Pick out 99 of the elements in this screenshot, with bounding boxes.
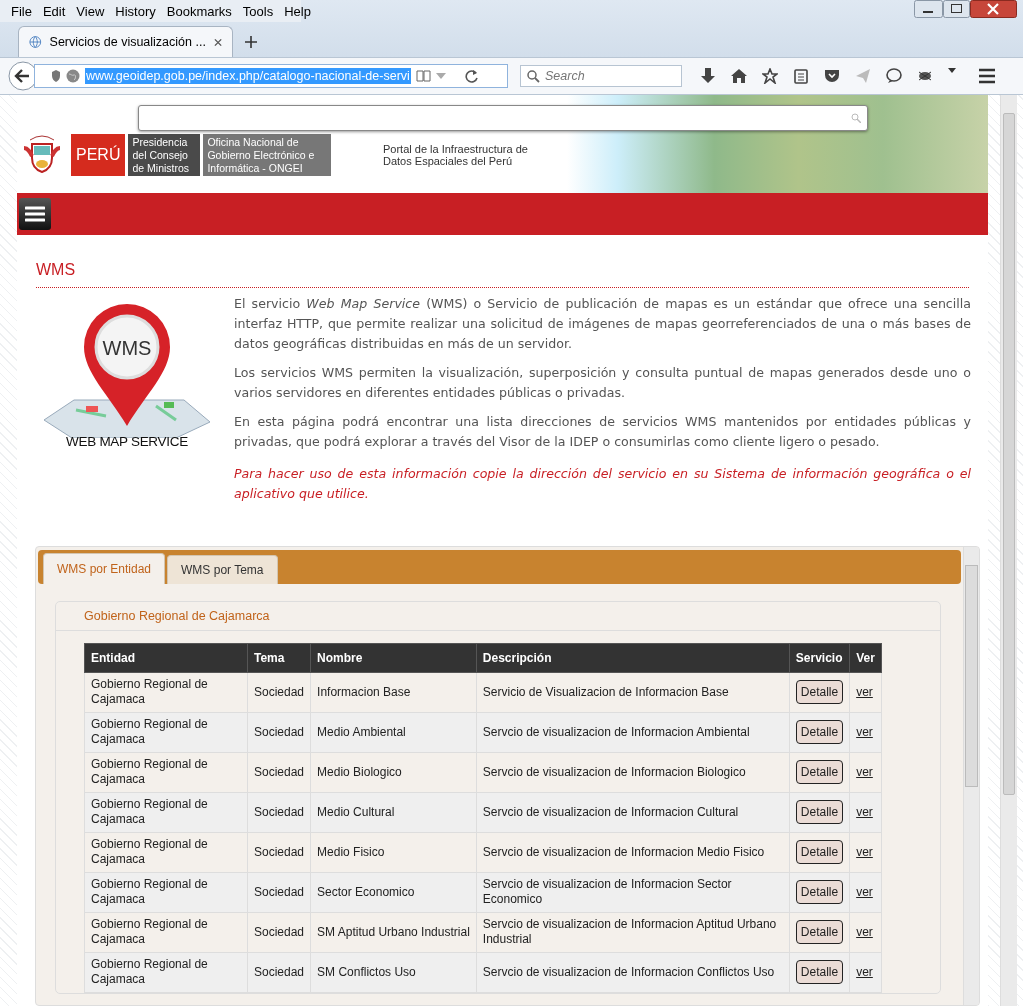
table-cell: Sociedad — [247, 792, 311, 832]
table-cell: Gobierno Regional de Cajamaca — [84, 872, 248, 912]
table-cell: Gobierno Regional de Cajamaca — [84, 912, 248, 952]
intro-paragraph: En esta página podrá encontrar una lista direcciones de servicios WMS mantenidos por entidades públicas y privadas, que podrá explorar a través del Visor de la IDEP o consumirlas como cliente ligero o pesado. — [234, 412, 971, 451]
table-cell: Sociedad — [247, 952, 311, 992]
tab[interactable]: WMS por Tema — [167, 554, 278, 584]
close-icon[interactable] — [213, 37, 222, 47]
detail-button[interactable]: Detalle — [795, 680, 844, 704]
table-cell: Gobierno Regional de Cajamaca — [84, 672, 248, 712]
column-header: Entidad — [84, 643, 248, 672]
notice-text: Para hacer uso de esta información copie la dirección del servicio en su Sistema de información geográfica o el aplicativo que utilice. — [234, 464, 971, 503]
view-link[interactable]: ver — [856, 924, 873, 939]
download-icon[interactable] — [700, 68, 716, 84]
detail-button[interactable]: Detalle — [795, 880, 844, 904]
globe-icon — [66, 69, 80, 83]
tab[interactable]: WMS por Entidad — [43, 552, 166, 584]
column-header: Servicio — [789, 643, 850, 672]
peru-logo: PERÚ — [71, 134, 126, 176]
view-link[interactable]: ver — [856, 684, 873, 699]
menu-item[interactable]: Edit — [37, 3, 72, 19]
detail-button[interactable]: Detalle — [795, 840, 844, 864]
menu-item[interactable]: View — [71, 3, 111, 19]
table-cell: Gobierno Regional de Cajamaca — [84, 952, 248, 992]
table-cell: Sociedad — [247, 752, 311, 792]
view-link[interactable]: ver — [856, 764, 873, 779]
column-header: Nombre — [310, 643, 477, 672]
scrollbar[interactable] — [1000, 95, 1017, 1006]
table-cell: Servcio de visualizacion de Informacion Aptitud Urbano Industrial — [476, 912, 790, 952]
table-cell: Servcio de visualizacion de Informacion Sector Economico — [476, 872, 790, 912]
view-link[interactable]: ver — [856, 724, 873, 739]
detail-button[interactable]: Detalle — [795, 960, 844, 984]
menu-icon — [25, 204, 45, 223]
menu-item[interactable]: Tools — [237, 3, 280, 19]
menu-icon[interactable] — [979, 68, 995, 84]
coat-of-arms-icon — [22, 134, 62, 176]
view-link[interactable]: ver — [856, 804, 873, 819]
table-cell: Servcio de visualizacion de Informacion Conflictos Uso — [476, 952, 790, 992]
table-cell: Gobierno Regional de Cajamaca — [84, 752, 248, 792]
menu-button[interactable] — [19, 197, 51, 230]
reload-icon[interactable] — [464, 69, 479, 83]
intro-paragraph: Los servicios WMS permiten la visualización, superposición y consulta puntual de mapas generados desde uno o varios servidores en diferentes entidades públicas o privadas. — [234, 363, 971, 402]
close-icon[interactable] — [970, 0, 1017, 18]
table-cell: Servcio de visualizacion de Informacion Medio Fisico — [476, 832, 790, 872]
table-cell: Sector Economico — [310, 872, 477, 912]
pcm-logo: Presidencia del Consejo de Ministros — [128, 134, 201, 176]
table-cell: Informacion Base — [310, 672, 477, 712]
table-cell: Medio Ambiental — [310, 712, 477, 752]
table-cell: SM Aptitud Urbano Industrial — [310, 912, 477, 952]
home-icon[interactable] — [731, 68, 747, 84]
portal-subtitle: Portal de la Infraestructura de Datos Espaciales del Perú — [383, 143, 529, 167]
detail-button[interactable]: Detalle — [795, 800, 844, 824]
group-title: Gobierno Regional de Cajamarca — [56, 601, 940, 631]
book-icon[interactable] — [415, 69, 431, 83]
column-header: Tema — [247, 643, 311, 672]
maximize-icon[interactable] — [943, 0, 970, 18]
column-header: Ver — [849, 643, 882, 672]
table-cell: Medio Biologico — [310, 752, 477, 792]
search-field[interactable]: Search — [520, 65, 682, 87]
browser-tab[interactable]: Servicios de visualización ... — [18, 26, 233, 57]
clipboard-icon[interactable] — [793, 68, 809, 84]
search-icon — [851, 113, 861, 123]
minimize-icon[interactable] — [914, 0, 943, 18]
table-cell: Sociedad — [247, 912, 311, 952]
globe-icon — [29, 35, 42, 49]
table-cell: Medio Fisico — [310, 832, 477, 872]
table-cell: Sociedad — [247, 872, 311, 912]
speech-bubble-icon[interactable] — [886, 68, 902, 84]
table-cell: Sociedad — [247, 712, 311, 752]
star-icon[interactable] — [762, 68, 778, 84]
intro-paragraph: El servicio Web Map Service (WMS) o Servicio de publicación de mapas es un estándar que ofrece una sencilla interfaz HTTP, que permite realizar una solicitud de imágenes de mapas georreferenciados de una o más bases de datos geográficas distribuidas en más de un servidor. — [234, 294, 971, 353]
menu-item[interactable]: History — [110, 3, 162, 19]
ongei-logo: Oficina Nacional de Gobierno Electrónico e Informática - ONGEI — [203, 134, 332, 176]
table-cell: Gobierno Regional de Cajamaca — [84, 832, 248, 872]
column-header: Descripción — [476, 643, 790, 672]
detail-button[interactable]: Detalle — [795, 720, 844, 744]
view-link[interactable]: ver — [856, 884, 873, 899]
menu-item[interactable]: File — [6, 3, 38, 19]
detail-button[interactable]: Detalle — [795, 920, 844, 944]
table-cell: SM Conflictos Uso — [310, 952, 477, 992]
pocket-icon[interactable] — [824, 68, 840, 84]
table-cell: Sociedad — [247, 832, 311, 872]
table-cell: Gobierno Regional de Cajamaca — [84, 712, 248, 752]
popup-search-field[interactable] — [138, 105, 868, 131]
table-cell: Servicio de Visualizacion de Informacion Base — [476, 672, 790, 712]
shield-icon — [51, 69, 61, 83]
table-cell: Servcio de visualizacion de Informacion Ambiental — [476, 712, 790, 752]
page-title: WMS — [36, 260, 969, 288]
view-link[interactable]: ver — [856, 844, 873, 859]
table-cell: Sociedad — [247, 672, 311, 712]
scrollbar[interactable] — [963, 546, 979, 1005]
menu-item[interactable]: Bookmarks — [161, 3, 238, 19]
detail-button[interactable]: Detalle — [795, 760, 844, 784]
new-tab-icon[interactable] — [245, 36, 257, 48]
menu-item[interactable]: Help — [279, 3, 317, 19]
table-cell: Gobierno Regional de Cajamaca — [84, 792, 248, 832]
table-cell: Servcio de visualizacion de Informacion Biologico — [476, 752, 790, 792]
table-cell: Medio Cultural — [310, 792, 477, 832]
view-link[interactable]: ver — [856, 964, 873, 979]
table-cell: Servcio de visualizacion de Informacion Cultural — [476, 792, 790, 832]
